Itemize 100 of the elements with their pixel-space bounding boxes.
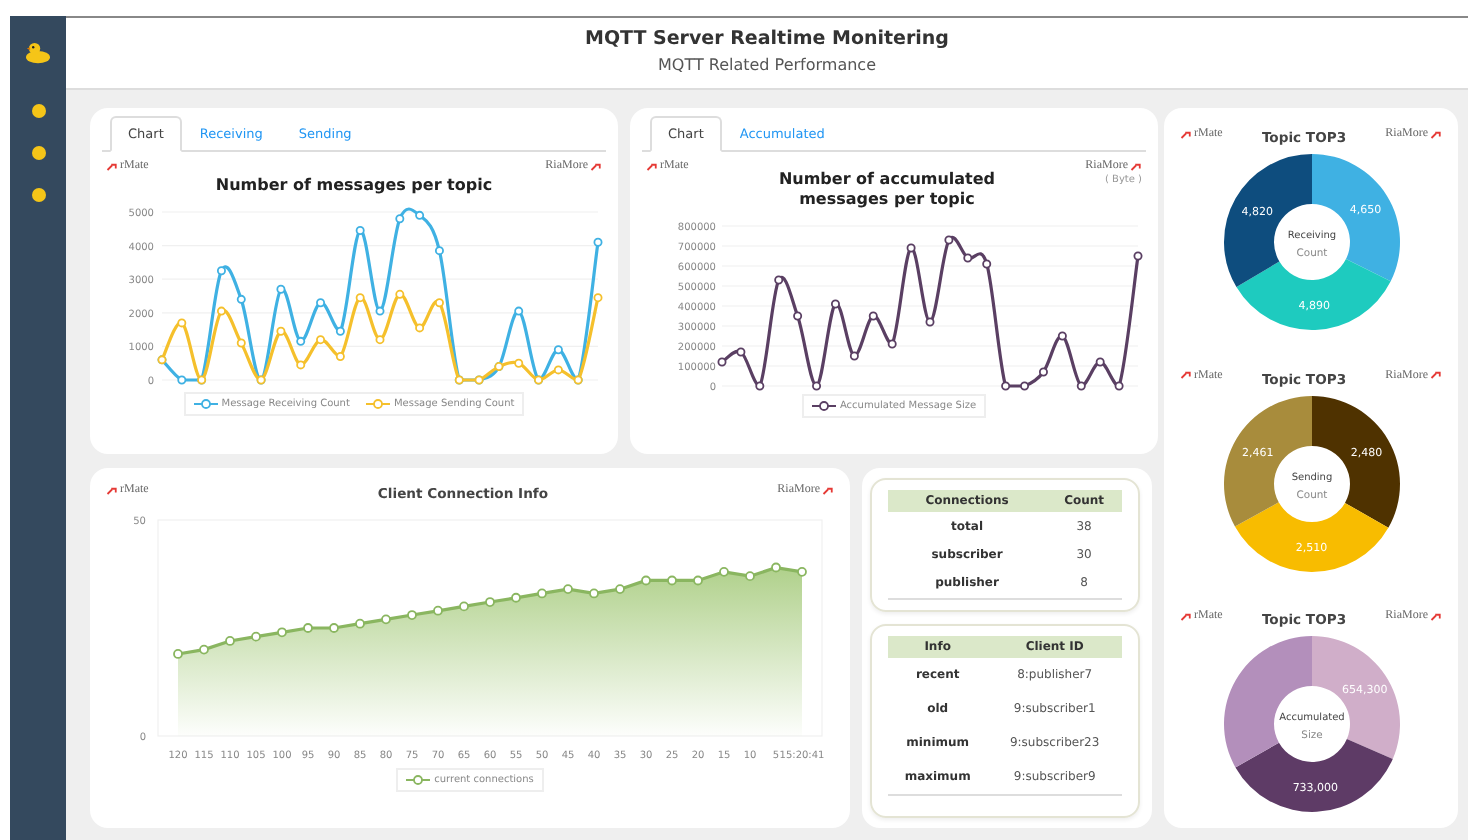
point bbox=[173, 649, 183, 659]
point bbox=[335, 326, 345, 336]
point bbox=[593, 293, 603, 303]
link-icon bbox=[1180, 611, 1192, 621]
point bbox=[693, 575, 703, 586]
point bbox=[1076, 381, 1086, 391]
link-icon bbox=[590, 161, 602, 171]
point bbox=[355, 293, 365, 303]
link-icon bbox=[1430, 370, 1442, 380]
point bbox=[1133, 251, 1143, 261]
menu-dot-icon[interactable] bbox=[31, 146, 45, 160]
point bbox=[216, 266, 226, 276]
point bbox=[335, 351, 345, 361]
point bbox=[434, 246, 444, 256]
point bbox=[433, 605, 443, 616]
point bbox=[906, 243, 916, 253]
point bbox=[797, 566, 807, 577]
point bbox=[303, 623, 313, 633]
point bbox=[251, 631, 261, 642]
point bbox=[925, 317, 935, 327]
link-icon bbox=[1430, 611, 1442, 621]
point bbox=[1038, 367, 1048, 377]
point bbox=[236, 294, 246, 304]
point bbox=[277, 627, 287, 638]
point bbox=[667, 575, 677, 586]
point bbox=[771, 562, 781, 573]
point bbox=[963, 253, 973, 263]
link-icon bbox=[821, 485, 834, 495]
point bbox=[355, 225, 365, 235]
point bbox=[395, 289, 405, 299]
point bbox=[225, 636, 235, 646]
point bbox=[717, 357, 727, 367]
point bbox=[1095, 357, 1105, 367]
point bbox=[199, 644, 209, 655]
point bbox=[982, 259, 992, 269]
point bbox=[745, 571, 755, 582]
point bbox=[719, 566, 729, 577]
point bbox=[485, 597, 495, 607]
point bbox=[316, 298, 326, 308]
point bbox=[774, 275, 784, 285]
point bbox=[736, 347, 746, 357]
legend-marker-icon bbox=[193, 398, 218, 410]
chart-title: Number of messages per topic bbox=[213, 176, 495, 194]
point bbox=[434, 298, 444, 308]
point bbox=[849, 351, 859, 361]
menu-dot-icon[interactable] bbox=[31, 188, 45, 202]
point bbox=[316, 335, 326, 345]
link-icon bbox=[1430, 129, 1442, 139]
point bbox=[812, 381, 822, 391]
link-icon bbox=[1130, 161, 1142, 171]
point bbox=[1057, 331, 1067, 341]
point bbox=[177, 318, 187, 328]
point bbox=[407, 610, 417, 620]
link-icon bbox=[106, 485, 118, 495]
legend-marker-icon bbox=[365, 398, 390, 410]
page-subtitle: MQTT Related Performance bbox=[656, 56, 878, 74]
point bbox=[887, 339, 897, 349]
point bbox=[415, 323, 425, 333]
point bbox=[375, 306, 385, 316]
point bbox=[514, 358, 524, 368]
point bbox=[1020, 381, 1030, 391]
link-icon bbox=[646, 161, 658, 171]
point bbox=[375, 335, 385, 345]
point bbox=[537, 588, 547, 599]
point bbox=[830, 299, 840, 309]
point bbox=[553, 345, 563, 355]
point bbox=[868, 311, 878, 321]
point bbox=[563, 584, 573, 595]
point bbox=[236, 338, 246, 348]
point bbox=[514, 306, 524, 316]
point bbox=[511, 592, 521, 603]
link-icon bbox=[1180, 370, 1192, 380]
point bbox=[615, 584, 625, 595]
point bbox=[793, 311, 803, 321]
duck-icon[interactable] bbox=[24, 40, 52, 64]
point bbox=[276, 326, 286, 336]
point bbox=[276, 284, 286, 294]
point bbox=[381, 614, 391, 625]
point bbox=[177, 375, 187, 385]
point bbox=[395, 214, 405, 224]
point bbox=[415, 210, 425, 220]
page-title: MQTT Server Realtime Monitering bbox=[583, 28, 951, 50]
point bbox=[329, 623, 339, 633]
point bbox=[216, 306, 226, 316]
point bbox=[589, 588, 599, 599]
point bbox=[1001, 381, 1011, 391]
point bbox=[755, 381, 765, 391]
point bbox=[459, 601, 469, 612]
point bbox=[593, 237, 603, 247]
legend-marker-icon bbox=[406, 774, 431, 786]
point bbox=[553, 365, 563, 375]
point bbox=[296, 360, 306, 370]
chart-title: Number of accumulated messages per topic bbox=[776, 170, 998, 212]
point bbox=[296, 336, 306, 346]
menu-dot-icon[interactable] bbox=[31, 104, 45, 118]
point bbox=[355, 618, 365, 629]
point bbox=[944, 235, 954, 245]
point bbox=[641, 575, 651, 586]
legend-marker-icon bbox=[811, 399, 836, 412]
link-icon bbox=[1180, 129, 1192, 139]
